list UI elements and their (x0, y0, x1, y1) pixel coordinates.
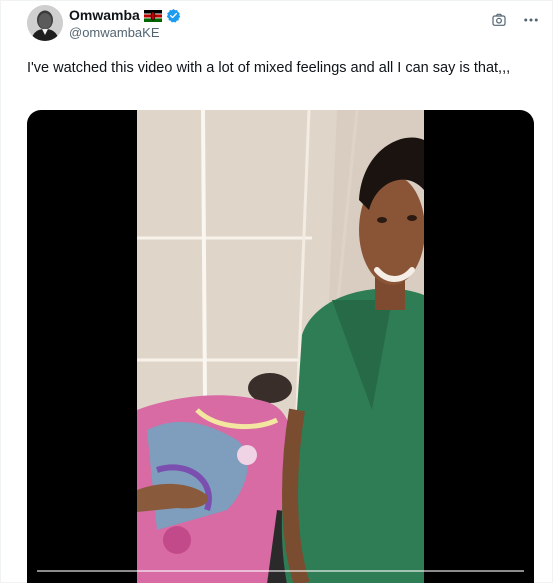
video-player[interactable] (27, 110, 534, 583)
tweet-top-actions (490, 11, 540, 29)
image-camera-icon[interactable] (490, 11, 508, 29)
avatar[interactable] (27, 5, 63, 41)
verified-badge-icon (166, 8, 181, 23)
author-handle[interactable]: @omwambaKE (69, 25, 160, 40)
author-name-row[interactable]: Omwamba (69, 6, 181, 24)
video-frame[interactable] (137, 110, 424, 583)
more-dots-icon[interactable] (522, 11, 540, 29)
tweet-text: I've watched this video with a lot of mi… (27, 60, 511, 76)
author-display-name[interactable]: Omwamba (69, 7, 140, 23)
video-progress-bar[interactable] (37, 570, 524, 572)
kenya-flag-icon (143, 9, 162, 22)
tweet-card[interactable]: Omwamba @omwambaKE I've watched this vid… (0, 0, 553, 583)
